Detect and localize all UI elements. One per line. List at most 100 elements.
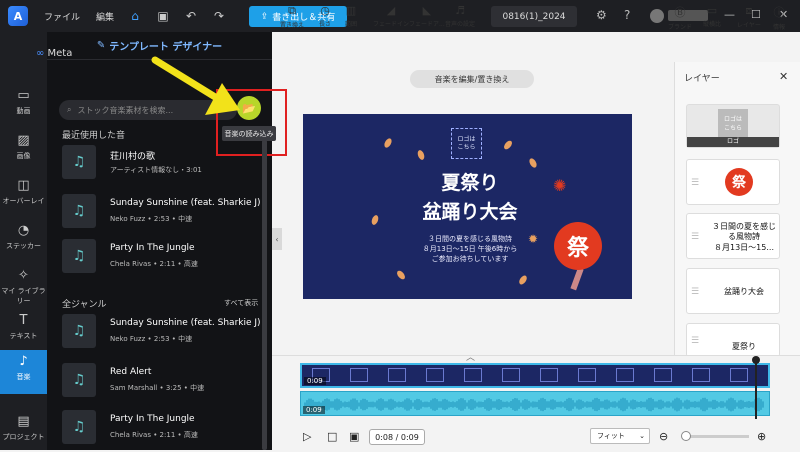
logo-placeholder[interactable]: ロゴは こちら [451, 128, 482, 159]
undo-icon[interactable]: ↶ [184, 9, 198, 23]
drag-handle-icon[interactable]: ☰ [691, 178, 699, 188]
replace-icon: ⧉ [288, 4, 296, 17]
tool-fade-out[interactable]: ◣ フェードア... [409, 4, 445, 28]
subtitle-line-2[interactable]: ８月13日～15日 午後6時から [400, 244, 540, 254]
sidebar-item-video[interactable]: ▭ 動画 [0, 84, 47, 124]
chevron-left-icon: ‹ [275, 234, 279, 244]
video-clip-track[interactable]: 0:09 [300, 363, 770, 388]
list-item[interactable]: ♫ 荘川村の歌 アーティスト情報なし・3:01 [62, 143, 262, 187]
redo-icon[interactable]: ↷ [212, 9, 226, 23]
close-icon[interactable]: ✕ [779, 70, 788, 83]
sidebar-item-label: 動画 [16, 107, 31, 115]
video-icon: ▭ [17, 88, 30, 103]
tool-duration[interactable]: ◷ 長さ [319, 4, 331, 28]
show-all-link[interactable]: すべて表示 [224, 298, 258, 308]
chevron-up-icon[interactable]: ︿ [466, 350, 475, 363]
fit-dropdown[interactable]: フィット ⌄ [590, 428, 650, 444]
tool-replace[interactable]: ⧉ 置き換え [280, 4, 304, 29]
list-item[interactable]: ♫ Party In The Jungle Chela Rivas • 2:11… [62, 237, 262, 281]
layer-item-subtitle[interactable]: ☰ ３日間の夏を感じる風物詩 ８月13日～15... [686, 213, 780, 259]
layer-item-logo[interactable]: ロゴは こちら ロゴ [686, 104, 780, 148]
uchiwa-fan-sticker[interactable]: 祭 [554, 222, 602, 270]
track-meta: Neko Fuzz • 2:53 • 中速 [110, 335, 193, 343]
tool-audio-settings[interactable]: ♬ 音声の設定 [445, 4, 475, 28]
title-natsumatsuri[interactable]: 夏祭り [400, 168, 540, 195]
save-icon[interactable]: ▣ [156, 9, 170, 23]
tool-label: 縦横比 [703, 21, 722, 28]
fan-text: 祭 [566, 236, 589, 261]
play-icon[interactable]: ▷ [303, 430, 311, 443]
menu-file[interactable]: ファイル [44, 10, 80, 23]
zoom-slider-knob[interactable] [681, 431, 691, 441]
tool-range[interactable]: ▥ 範囲 [345, 4, 357, 28]
upload-icon: ⇪ [260, 11, 269, 22]
track-title: 荘川村の歌 [110, 152, 156, 162]
layer-item-fan[interactable]: ☰ 祭 [686, 159, 780, 205]
zoom-slider[interactable] [683, 435, 749, 438]
sidebar-item-sticker[interactable]: ◔ ステッカー [0, 219, 47, 259]
gear-icon[interactable]: ⚙ [596, 8, 607, 22]
clip-frame-thumb [464, 368, 482, 382]
list-item[interactable]: ♫ Sunday Sunshine (feat. Sharkie J) Neko… [62, 192, 262, 236]
playhead[interactable] [755, 357, 757, 419]
brand-icon: Ⓑ [674, 6, 686, 19]
collapse-panel-button[interactable]: ‹ [272, 228, 282, 250]
fade-out-icon: ◣ [422, 4, 432, 17]
zoom-in-icon[interactable]: ⊕ [757, 430, 766, 443]
tool-layers[interactable]: ⧈ レイヤー [737, 4, 761, 29]
sidebar-item-label: プロジェクト [2, 433, 45, 441]
playhead-handle[interactable] [752, 356, 760, 364]
stop-icon[interactable]: □ [327, 430, 337, 443]
avatar[interactable] [650, 9, 664, 23]
drag-handle-icon[interactable]: ☰ [691, 336, 699, 346]
music-note-icon: ♫ [62, 410, 96, 444]
sidebar-item-image[interactable]: ▨ 画像 [0, 129, 47, 169]
track-title: Sunday Sunshine (feat. Sharkie J) [110, 198, 261, 208]
tool-aspect-ratio[interactable]: ▭ 縦横比 [703, 4, 721, 28]
zoom-out-icon[interactable]: ⊖ [659, 430, 668, 443]
edit-replace-music-button[interactable]: 音楽を編集/置き換え [410, 70, 534, 88]
help-icon[interactable]: ? [624, 8, 630, 22]
menu-edit[interactable]: 編集 [96, 10, 114, 23]
sidebar-item-text[interactable]: T テキスト [0, 309, 47, 349]
project-name[interactable]: 0816(1)_2024 [491, 6, 577, 27]
drag-handle-icon[interactable]: ☰ [691, 232, 699, 242]
list-item[interactable]: ♫ Sunday Sunshine (feat. Sharkie J) Neko… [62, 312, 262, 356]
tool-fade-in[interactable]: ◢ フェードイン [373, 4, 409, 28]
sidebar-item-project[interactable]: ▤ プロジェクト [0, 410, 47, 450]
home-icon[interactable]: ⌂ [128, 9, 142, 23]
minimize-icon[interactable]: — [724, 8, 735, 21]
tool-label: 長さ [319, 21, 332, 28]
layer-fan-thumb: 祭 [725, 168, 753, 196]
tool-brand[interactable]: Ⓑ ブランド [668, 4, 692, 31]
sidebar-item-music[interactable]: ♪ 音楽 [0, 350, 47, 394]
drag-handle-icon[interactable]: ☰ [691, 287, 699, 297]
layer-label: 盆踊り大会 [724, 287, 764, 296]
fullscreen-icon[interactable]: ▣ [349, 430, 359, 443]
panel-scrollbar[interactable] [262, 140, 267, 450]
music-note-icon: ♫ [62, 194, 96, 228]
clip-frame-thumb [692, 368, 710, 382]
layer-item-bon-odori[interactable]: ☰ 盆踊り大会 [686, 268, 780, 314]
sidebar-item-overlay[interactable]: ◫ オーバーレイ [0, 174, 47, 214]
sidebar-item-library[interactable]: ✧ マイ ライブラリー [0, 264, 47, 305]
clip-frame-thumb [730, 368, 748, 382]
subtitle-line-3[interactable]: ご参加お待ちしています [400, 254, 540, 264]
clip-frame-thumb [502, 368, 520, 382]
clip-frame-thumb [426, 368, 444, 382]
layer-item-natsumatsuri[interactable]: ☰ 夏祭り [686, 323, 780, 357]
designer-icon: ✎ [96, 40, 106, 51]
text-icon: T [19, 313, 28, 328]
music-note-icon: ♫ [62, 239, 96, 273]
chevron-down-icon: ⌄ [639, 432, 645, 440]
layer-logo-thumb: ロゴは こちら [718, 109, 748, 137]
tool-label: 情報 [773, 24, 786, 31]
import-music-tooltip: 音楽の読み込み [222, 126, 276, 141]
list-item[interactable]: ♫ Red Alert Sam Marshall • 3:25 • 中速 [62, 361, 262, 405]
tool-info[interactable]: ⓘ 情報 [773, 4, 785, 31]
tool-label: 音声の設定 [445, 21, 476, 28]
title-bon-odori[interactable]: 盆踊り大会 [395, 197, 545, 224]
list-item[interactable]: ♫ Party In The Jungle Chela Rivas • 2:11… [62, 408, 262, 452]
audio-clip-track[interactable]: 0:09 [300, 391, 770, 416]
subtitle-line-1[interactable]: ３日間の夏を感じる風物詩 [400, 234, 540, 244]
